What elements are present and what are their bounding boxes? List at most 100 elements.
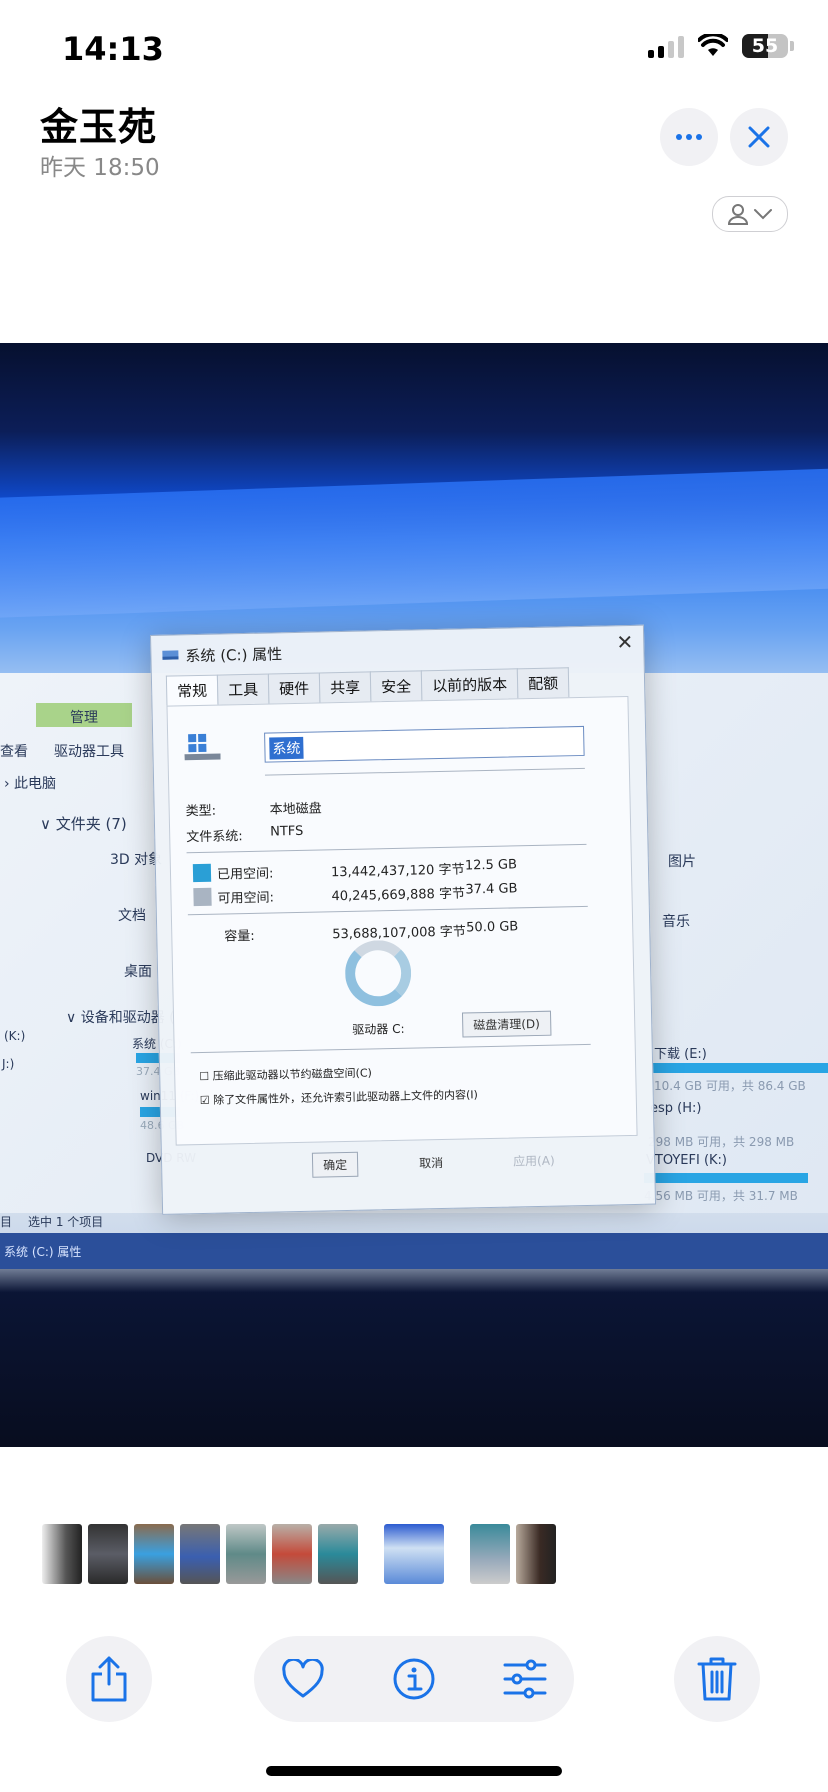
thumbnail[interactable] bbox=[180, 1524, 220, 1584]
cancel-button[interactable]: 取消 bbox=[408, 1150, 455, 1176]
free-label: 可用空间: bbox=[217, 890, 275, 907]
delete-button[interactable] bbox=[674, 1636, 760, 1722]
fs-label: 文件系统: bbox=[186, 829, 243, 846]
thumbnail[interactable] bbox=[226, 1524, 266, 1584]
drive-h-label: esp (H:) bbox=[650, 1101, 702, 1116]
drive-k-sub: 4.56 MB 可用，共 31.7 MB bbox=[644, 1189, 798, 1203]
free-color-swatch bbox=[193, 887, 212, 907]
ellipsis-icon bbox=[676, 134, 702, 140]
explorer-status-left: 目 bbox=[0, 1215, 13, 1229]
dialog-title: 系统 (C:) 属性 bbox=[185, 645, 283, 666]
divider bbox=[190, 1043, 591, 1054]
tab-quota[interactable]: 配额 bbox=[516, 667, 570, 699]
battery-tip bbox=[790, 41, 794, 51]
drive-name-input[interactable]: 系统 bbox=[264, 725, 585, 763]
ok-button[interactable]: 确定 bbox=[311, 1151, 359, 1178]
ribbon-manage: 管理 bbox=[70, 710, 98, 726]
more-button[interactable] bbox=[660, 108, 718, 166]
left-drive-j: J:) bbox=[2, 1057, 15, 1071]
dialog-close-icon[interactable]: ✕ bbox=[616, 630, 633, 654]
compress-label: 压缩此驱动器以节约磁盘空间(C) bbox=[212, 1066, 372, 1083]
drive-e-sub: 10.4 GB 可用，共 86.4 GB bbox=[654, 1079, 806, 1093]
home-indicator bbox=[266, 1766, 562, 1776]
share-icon bbox=[91, 1656, 127, 1702]
drive-label: 驱动器 C: bbox=[352, 1021, 405, 1037]
type-value: 本地磁盘 bbox=[269, 801, 322, 818]
folder-music: 音乐 bbox=[662, 914, 690, 930]
folders-header: ∨ 文件夹 (7) bbox=[40, 815, 127, 833]
favorite-button[interactable] bbox=[260, 1636, 346, 1722]
tab-security[interactable]: 安全 bbox=[369, 670, 423, 702]
thumbnail[interactable] bbox=[134, 1524, 174, 1584]
windows-drive-icon bbox=[184, 733, 221, 761]
used-label: 已用空间: bbox=[216, 866, 274, 883]
tab-previous-versions[interactable]: 以前的版本 bbox=[420, 668, 519, 701]
thumbnail[interactable] bbox=[272, 1524, 312, 1584]
share-button[interactable] bbox=[66, 1636, 152, 1722]
explorer-breadcrumb: › 此电脑 bbox=[4, 776, 57, 792]
thumbnail[interactable] bbox=[318, 1524, 358, 1584]
capacity-gb: 50.0 GB bbox=[466, 919, 519, 936]
divider bbox=[187, 905, 588, 916]
folder-desktop: 桌面 bbox=[124, 964, 152, 980]
photo-viewer-image[interactable]: 管理 查看 驱动器工具 › 此电脑 ∨ 文件夹 (7) 3D 对象 文档 桌面 … bbox=[0, 343, 828, 1447]
cellular-signal-icon bbox=[648, 34, 684, 58]
person-icon bbox=[727, 204, 749, 225]
used-bytes: 13,442,437,120 字节 bbox=[330, 862, 465, 881]
drive-e-label: 下载 (E:) bbox=[654, 1047, 707, 1062]
drive-k-label: VTOYEFI (K:) bbox=[646, 1153, 728, 1168]
thumbnail[interactable] bbox=[42, 1524, 82, 1584]
close-button[interactable] bbox=[730, 108, 788, 166]
photo-date: 昨天 18:50 bbox=[40, 155, 160, 181]
compress-checkbox-row[interactable]: ☐ 压缩此驱动器以节约磁盘空间(C) bbox=[199, 1064, 372, 1084]
disk-cleanup-button[interactable]: 磁盘清理(D) bbox=[461, 1010, 552, 1038]
capacity-label: 容量: bbox=[224, 928, 255, 945]
capacity-bytes: 53,688,107,008 字节 bbox=[332, 924, 466, 943]
divider bbox=[186, 843, 587, 854]
heart-icon bbox=[282, 1659, 324, 1698]
info-button[interactable] bbox=[371, 1636, 457, 1722]
status-indicators: 55 bbox=[648, 34, 794, 58]
thumbnail[interactable] bbox=[470, 1524, 510, 1584]
drive-e-bar bbox=[652, 1063, 828, 1073]
thumbnail[interactable] bbox=[516, 1524, 556, 1584]
ribbon-view: 查看 bbox=[0, 744, 28, 760]
people-button[interactable] bbox=[712, 196, 788, 232]
thumbnail-current[interactable] bbox=[384, 1524, 444, 1584]
taskbar-item: 系统 (C:) 属性 bbox=[4, 1245, 82, 1259]
adjust-button[interactable] bbox=[482, 1636, 568, 1722]
type-label: 类型: bbox=[185, 803, 217, 820]
tab-tools[interactable]: 工具 bbox=[216, 673, 270, 705]
left-drive-k: (K:) bbox=[4, 1029, 26, 1043]
album-title: 金玉苑 bbox=[40, 105, 158, 149]
drive-icon bbox=[162, 650, 179, 660]
close-icon bbox=[748, 126, 770, 148]
explorer-status-selected: 选中 1 个项目 bbox=[28, 1215, 104, 1229]
drive-h-sub: 298 MB 可用，共 298 MB bbox=[648, 1135, 795, 1149]
usage-donut-chart bbox=[344, 939, 412, 1007]
apply-button[interactable]: 应用(A) bbox=[502, 1147, 566, 1173]
screen-glare bbox=[0, 466, 828, 620]
wifi-icon bbox=[698, 34, 728, 56]
ribbon-drive-tools: 驱动器工具 bbox=[54, 744, 124, 760]
index-label: 除了文件属性外，还允许索引此驱动器上文件的内容(I) bbox=[212, 1088, 479, 1107]
tab-hardware[interactable]: 硬件 bbox=[267, 672, 321, 704]
general-panel: 系统 类型: 本地磁盘 文件系统: NTFS 已用空间: 13,442,437,… bbox=[166, 695, 638, 1146]
trash-icon bbox=[697, 1657, 737, 1701]
taskbar bbox=[0, 1233, 828, 1269]
info-icon bbox=[393, 1658, 435, 1700]
action-group bbox=[254, 1636, 574, 1722]
tab-general[interactable]: 常规 bbox=[165, 674, 219, 706]
battery-level: 55 bbox=[751, 35, 779, 57]
thumbnail[interactable] bbox=[88, 1524, 128, 1584]
index-checkbox-row[interactable]: ☑ 除了文件属性外，还允许索引此驱动器上文件的内容(I) bbox=[200, 1086, 478, 1108]
folder-pictures: 图片 bbox=[668, 854, 696, 870]
properties-dialog: 系统 (C:) 属性 ✕ 常规 工具 硬件 共享 安全 以前的版本 配额 系统 … bbox=[150, 624, 657, 1215]
folder-docs: 文档 bbox=[118, 908, 146, 924]
drive-k-bar bbox=[644, 1173, 808, 1183]
sliders-icon bbox=[503, 1659, 547, 1699]
battery-icon: 55 bbox=[742, 34, 788, 58]
status-time: 14:13 bbox=[62, 30, 164, 68]
divider bbox=[264, 767, 585, 776]
tab-sharing[interactable]: 共享 bbox=[318, 671, 372, 703]
